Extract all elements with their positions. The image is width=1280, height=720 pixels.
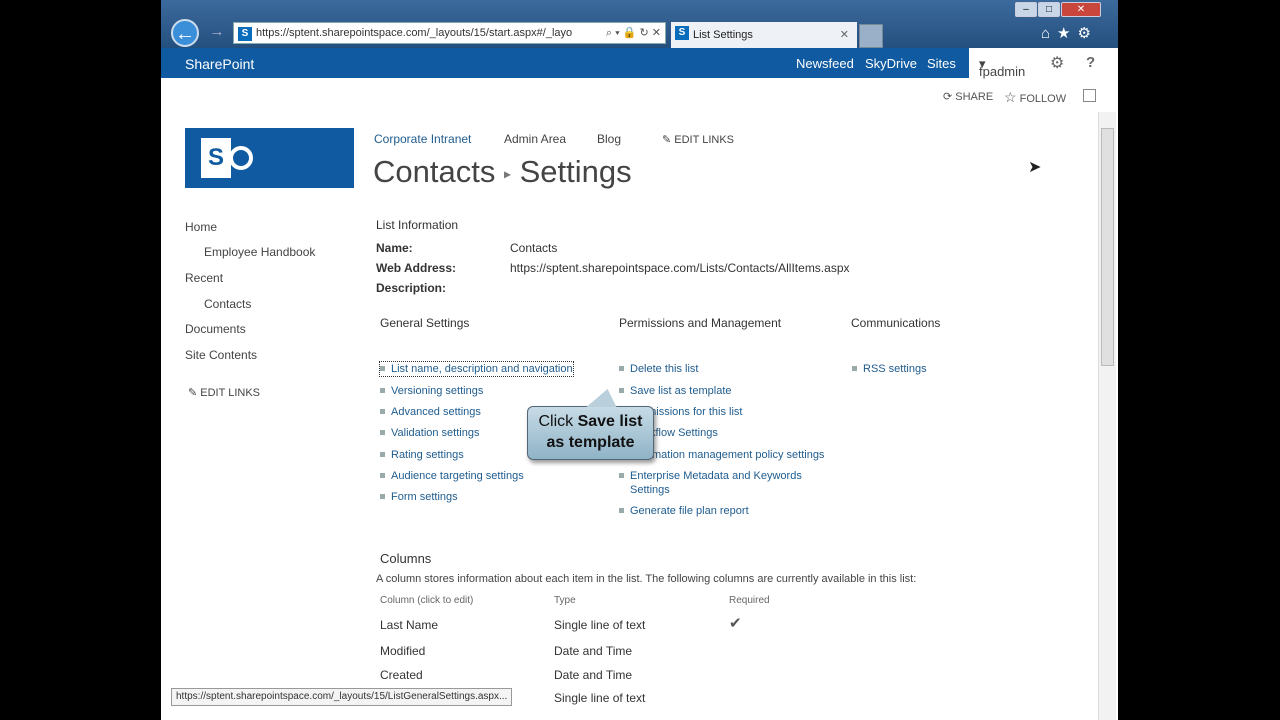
address-icons[interactable]: ⌕ ▾ 🔒 ↻ ✕ bbox=[601, 23, 661, 43]
web-address-value: https://sptent.sharepointspace.com/Lists… bbox=[510, 261, 850, 275]
column-type: Single line of text bbox=[554, 691, 646, 705]
callout-bold: as template bbox=[546, 434, 635, 451]
sharepoint-brand[interactable]: SharePoint bbox=[185, 56, 254, 72]
user-name: fpadmin bbox=[979, 64, 1026, 79]
address-bar[interactable]: Shttps://sptent.sharepointspace.com/_lay… bbox=[233, 22, 666, 44]
newsfeed-link[interactable]: Newsfeed bbox=[796, 56, 854, 71]
nav-employee-handbook[interactable]: Employee Handbook bbox=[204, 245, 315, 259]
new-tab-button[interactable] bbox=[859, 24, 883, 48]
page-title: Contacts ▸ Settings bbox=[373, 154, 632, 190]
columns-heading: Columns bbox=[380, 551, 432, 566]
back-button[interactable]: ← bbox=[171, 19, 199, 47]
rating-settings-link[interactable]: Rating settings bbox=[380, 448, 464, 462]
tab-list-settings[interactable]: S List Settings ✕ bbox=[671, 22, 857, 48]
communications-heading: Communications bbox=[851, 316, 941, 330]
url-text: https://sptent.sharepointspace.com/_layo… bbox=[256, 27, 573, 39]
description-label: Description: bbox=[376, 281, 447, 295]
nav-edit-links[interactable]: ✎ EDIT LINKS bbox=[188, 386, 260, 399]
validation-settings-link[interactable]: Validation settings bbox=[380, 426, 479, 440]
name-value: Contacts bbox=[510, 241, 558, 255]
column-type: Single line of text bbox=[554, 618, 646, 632]
minimize-button[interactable]: – bbox=[1015, 2, 1037, 17]
tab-title: List Settings bbox=[693, 29, 753, 41]
column-name-link[interactable]: Modified bbox=[380, 644, 425, 658]
sharepoint-favicon: S bbox=[675, 26, 689, 40]
column-name-link[interactable]: Created bbox=[380, 668, 423, 682]
delete-list-link[interactable]: Delete this list bbox=[619, 362, 698, 376]
columns-description: A column stores information about each i… bbox=[376, 573, 917, 585]
list-info-heading: List Information bbox=[376, 218, 459, 232]
versioning-settings-link[interactable]: Versioning settings bbox=[380, 384, 483, 398]
col-header-column: Column (click to edit) bbox=[380, 595, 474, 606]
title-list[interactable]: Contacts bbox=[373, 154, 495, 189]
name-label: Name: bbox=[376, 241, 413, 255]
close-tab-icon[interactable]: ✕ bbox=[840, 22, 849, 48]
advanced-settings-link[interactable]: Advanced settings bbox=[380, 405, 481, 419]
nav-contacts[interactable]: Contacts bbox=[204, 297, 251, 311]
rss-settings-link[interactable]: RSS settings bbox=[852, 362, 927, 376]
suite-bar: SharePoint Newsfeed SkyDrive Sites fpadm… bbox=[161, 48, 1118, 79]
maximize-button[interactable]: □ bbox=[1038, 2, 1060, 17]
title-page: Settings bbox=[519, 154, 632, 189]
share-button[interactable]: ⟳ SHARE bbox=[943, 90, 993, 103]
site-logo[interactable]: S bbox=[185, 128, 354, 188]
file-plan-report-link[interactable]: Generate file plan report bbox=[619, 504, 749, 518]
topnav-admin-area[interactable]: Admin Area bbox=[504, 132, 566, 146]
list-name-description-link[interactable]: List name, description and navigation bbox=[379, 361, 574, 377]
topnav-blog[interactable]: Blog bbox=[597, 132, 621, 146]
focus-content-icon[interactable] bbox=[1083, 89, 1096, 102]
status-bar-url: https://sptent.sharepointspace.com/_layo… bbox=[171, 688, 513, 706]
sites-link[interactable]: Sites bbox=[927, 56, 956, 71]
follow-button[interactable]: ☆ FOLLOW bbox=[1004, 89, 1066, 106]
topnav-corporate-intranet[interactable]: Corporate Intranet bbox=[374, 132, 471, 146]
star-icon: ☆ bbox=[1004, 89, 1017, 105]
close-window-button[interactable]: ✕ bbox=[1061, 2, 1101, 17]
edit-links-label: EDIT LINKS bbox=[200, 387, 260, 399]
forward-button[interactable]: → bbox=[203, 19, 231, 47]
form-settings-link[interactable]: Form settings bbox=[380, 490, 458, 504]
callout-bold: Save list bbox=[577, 413, 643, 430]
required-check-icon: ✔ bbox=[729, 615, 742, 632]
nav-recent[interactable]: Recent bbox=[185, 271, 223, 285]
share-label: SHARE bbox=[955, 91, 994, 103]
mouse-cursor-icon: ➤ bbox=[1028, 159, 1042, 176]
col-header-required: Required bbox=[729, 595, 770, 606]
skydrive-link[interactable]: SkyDrive bbox=[865, 56, 917, 71]
browser-chrome: – □ ✕ ← → Shttps://sptent.sharepointspac… bbox=[161, 0, 1118, 48]
callout-text: Click bbox=[538, 413, 578, 430]
web-address-label: Web Address: bbox=[376, 261, 457, 275]
nav-home[interactable]: Home bbox=[185, 220, 217, 234]
topnav-edit-links[interactable]: ✎ EDIT LINKS bbox=[662, 133, 734, 146]
vertical-scrollbar[interactable] bbox=[1098, 112, 1116, 720]
audience-targeting-link[interactable]: Audience targeting settings bbox=[380, 469, 524, 483]
browser-toolbar-icons[interactable]: ⌂★⚙ bbox=[1041, 24, 1098, 42]
breadcrumb-arrow-icon: ▸ bbox=[503, 165, 511, 182]
col-header-type: Type bbox=[554, 595, 576, 606]
scrollbar-thumb[interactable] bbox=[1101, 128, 1114, 366]
permissions-heading: Permissions and Management bbox=[619, 316, 782, 330]
nav-site-contents[interactable]: Site Contents bbox=[185, 348, 257, 362]
gear-icon[interactable]: ⚙ bbox=[1050, 53, 1064, 73]
user-menu[interactable]: fpadmin ▾ bbox=[979, 56, 1025, 79]
user-area: fpadmin ▾ ⚙ ? bbox=[969, 48, 1118, 79]
column-name-link[interactable]: Last Name bbox=[380, 618, 438, 632]
nav-documents[interactable]: Documents bbox=[185, 322, 246, 336]
save-list-as-template-link[interactable]: Save list as template bbox=[619, 384, 732, 398]
enterprise-metadata-link[interactable]: Enterprise Metadata and Keywords Setting… bbox=[619, 469, 819, 497]
browser-window: – □ ✕ ← → Shttps://sptent.sharepointspac… bbox=[161, 0, 1118, 720]
sharepoint-favicon: S bbox=[238, 27, 252, 41]
edit-links-label: EDIT LINKS bbox=[674, 134, 734, 146]
follow-label: FOLLOW bbox=[1019, 93, 1067, 105]
column-type: Date and Time bbox=[554, 668, 633, 682]
general-settings-heading: General Settings bbox=[380, 316, 470, 330]
help-icon[interactable]: ? bbox=[1086, 54, 1095, 71]
column-type: Date and Time bbox=[554, 644, 633, 658]
tutorial-callout: Click Save list as template bbox=[527, 406, 654, 460]
